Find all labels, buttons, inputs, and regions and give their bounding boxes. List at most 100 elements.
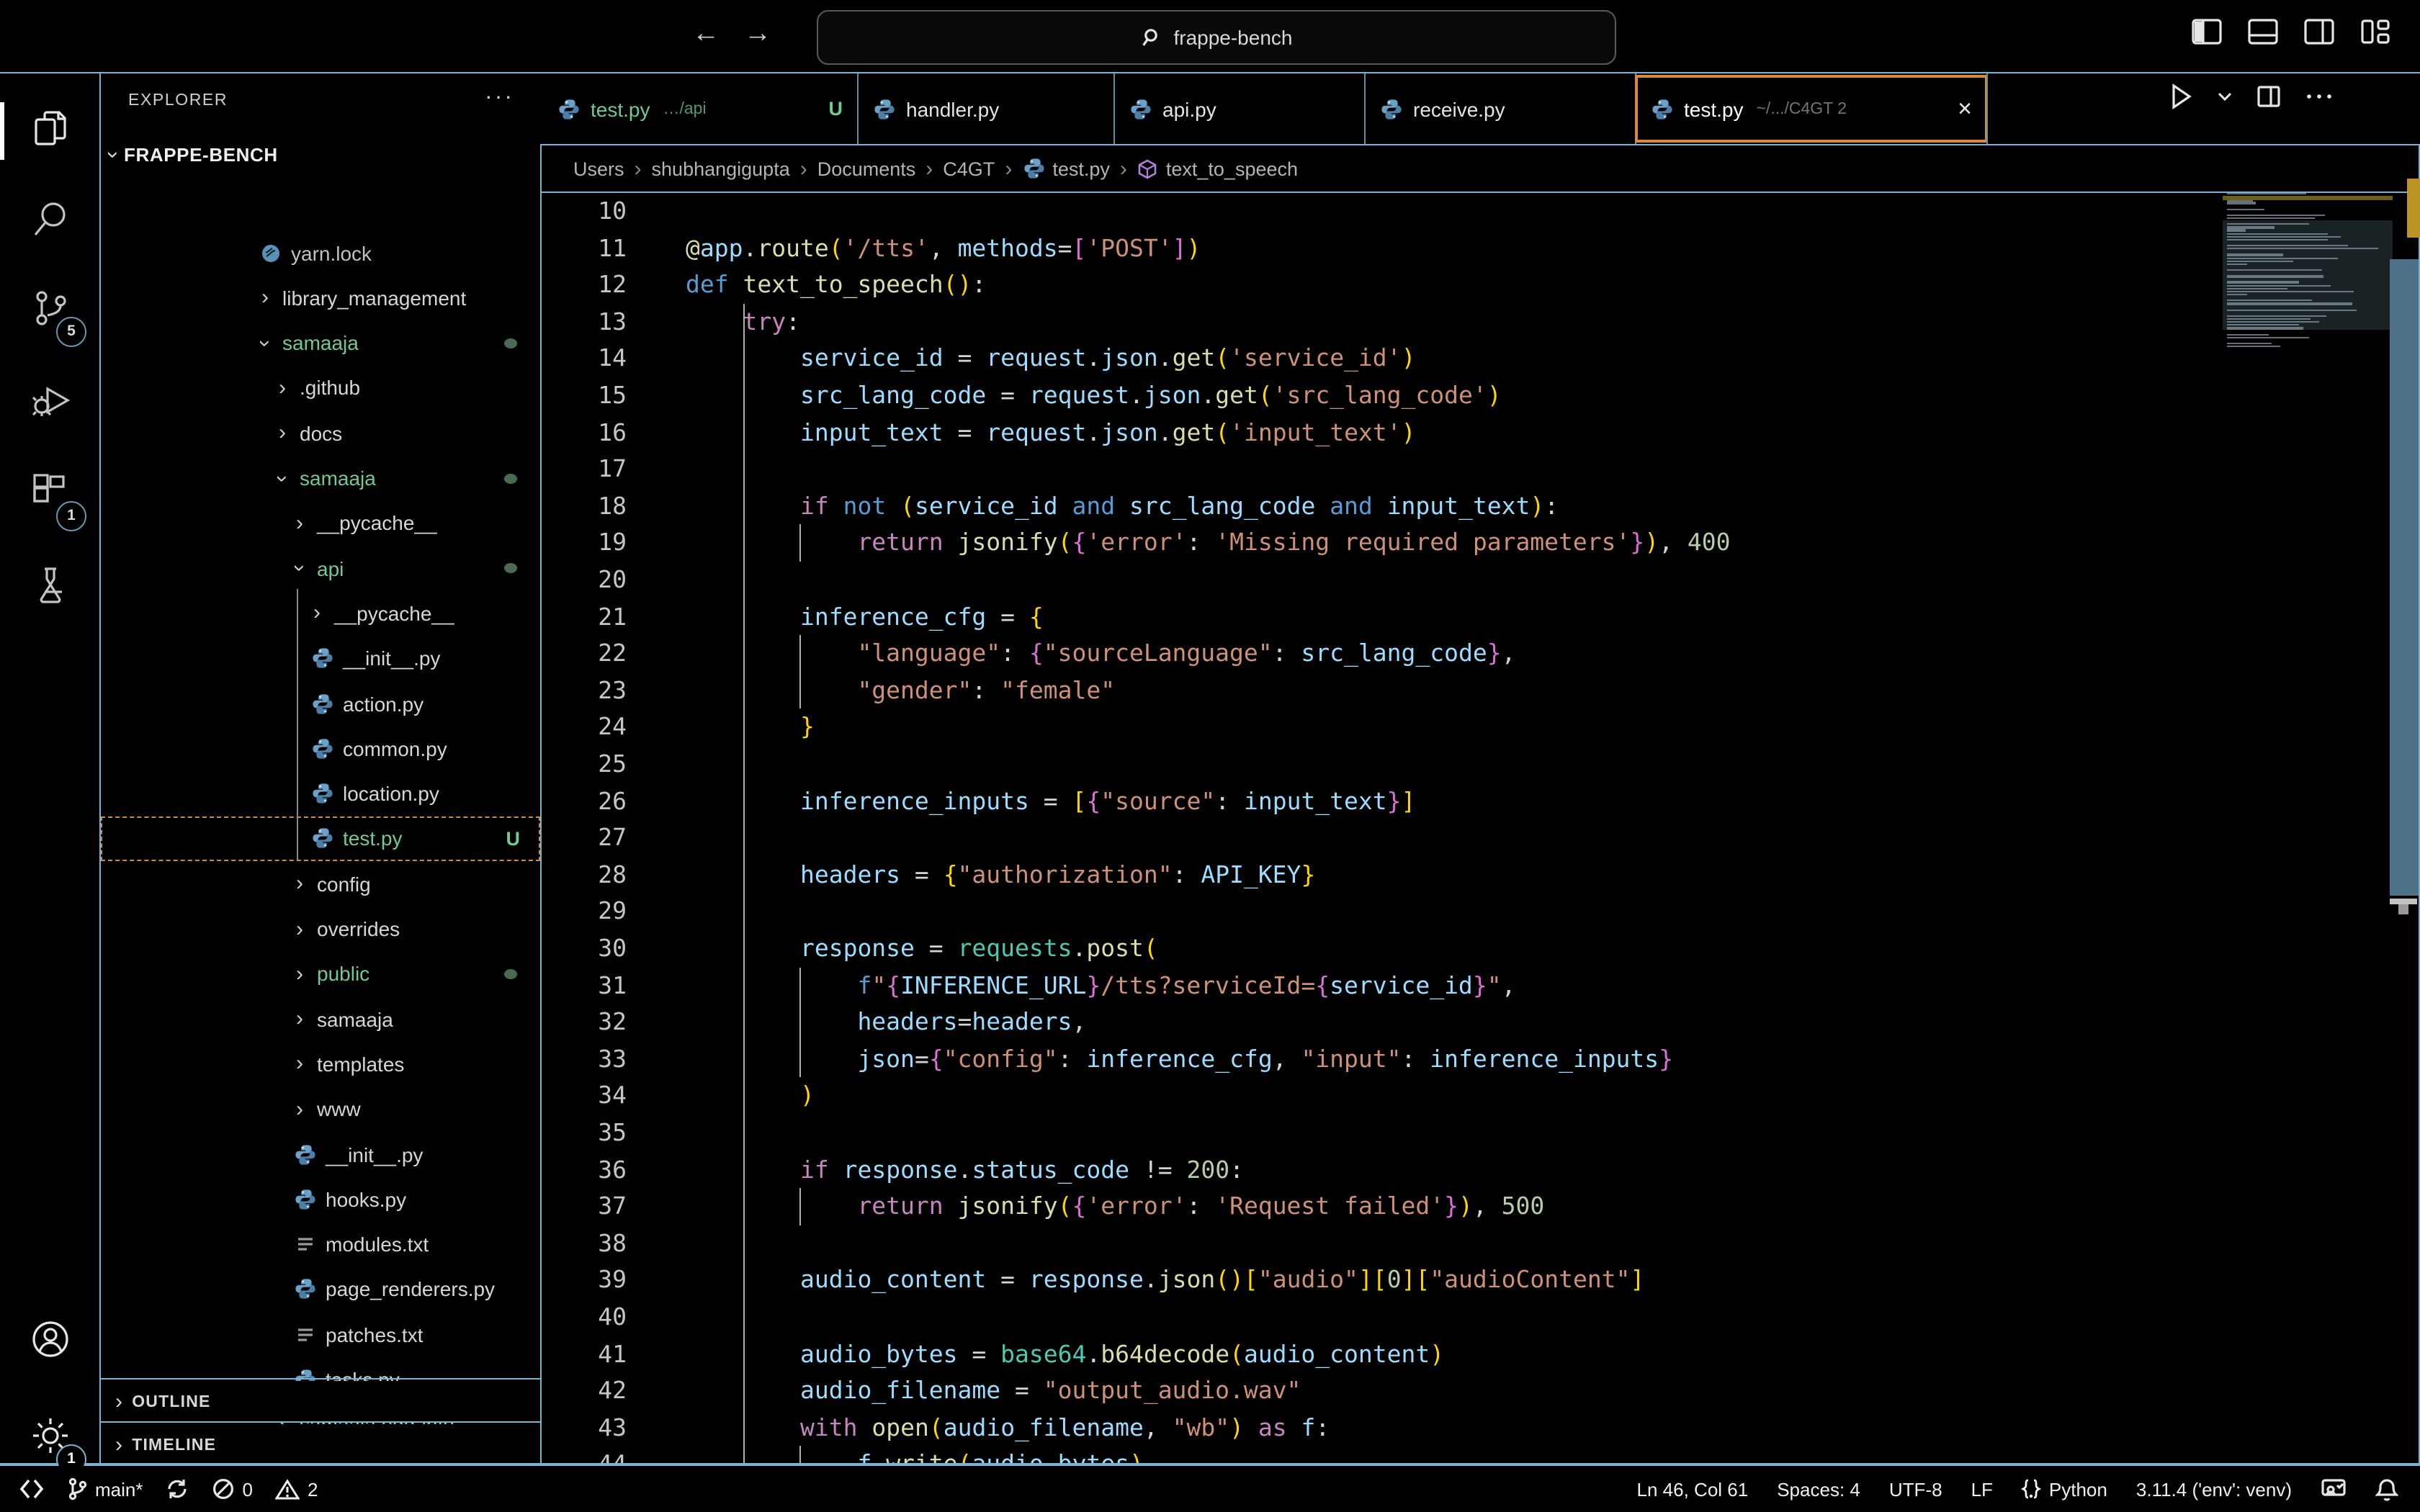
chevron-right-icon: › xyxy=(291,1007,308,1031)
tree-item-library_management[interactable]: ›library_management xyxy=(101,276,540,320)
tab-handler.py[interactable]: handler.py xyxy=(859,73,1113,144)
tree-item-test.py[interactable]: test.pyU xyxy=(101,816,540,861)
tree-item-label: hooks.py xyxy=(326,1188,406,1211)
outline-section[interactable]: › OUTLINE xyxy=(101,1381,540,1423)
breadcrumb-item-text_to_speech[interactable]: text_to_speech xyxy=(1137,158,1298,179)
breadcrumb-item-test.py[interactable]: test.py xyxy=(1022,157,1110,180)
tree-item-page_renderers.py[interactable]: page_renderers.py xyxy=(101,1267,540,1312)
status-branch[interactable]: main* xyxy=(58,1477,153,1500)
tree-item-overrides[interactable]: ›overrides xyxy=(101,906,540,951)
breadcrumb-item-C4GT[interactable]: C4GT xyxy=(943,158,995,179)
git-modified-dot-badge xyxy=(504,969,517,979)
command-center-search[interactable]: frappe-bench xyxy=(817,10,1616,65)
editor-scrollbar[interactable] xyxy=(2390,259,2419,896)
tab-api.py[interactable]: api.py xyxy=(1115,73,1364,144)
activity-bar-item-extensions[interactable]: 1 xyxy=(0,448,99,537)
tree-item-__init__.py[interactable]: __init__.py xyxy=(101,1132,540,1176)
status-notifications[interactable] xyxy=(2365,1477,2408,1501)
toggle-secondary-sidebar-button[interactable] xyxy=(2303,17,2335,46)
tree-item-__pycache__[interactable]: ›__pycache__ xyxy=(101,501,540,546)
braces-icon xyxy=(2022,1477,2042,1500)
tree-item-location.py[interactable]: location.py xyxy=(101,771,540,816)
chevron-right-icon: › xyxy=(274,376,291,400)
activity-bar-item-accounts[interactable] xyxy=(0,1295,99,1384)
status-eol[interactable]: LF xyxy=(1961,1478,2003,1500)
split-editor-button[interactable] xyxy=(2256,84,2282,109)
run-python-file-button[interactable] xyxy=(2168,82,2194,111)
nav-back-button[interactable]: ← xyxy=(687,16,725,53)
activity-bar-item-search[interactable] xyxy=(0,174,99,264)
tree-item-public[interactable]: ›public xyxy=(101,952,540,996)
activity-bar-item-run-debug[interactable] xyxy=(0,356,99,445)
customize-layout-button[interactable] xyxy=(2360,17,2391,46)
line-number: 16 xyxy=(540,414,627,451)
search-icon xyxy=(1140,26,1163,49)
tree-item-samaaja[interactable]: ›samaaja xyxy=(101,456,540,500)
status-problems-warnings[interactable]: 2 xyxy=(266,1478,328,1500)
tree-item-www[interactable]: ›www xyxy=(101,1086,540,1131)
status-indentation[interactable]: Spaces: 4 xyxy=(1767,1478,1870,1500)
tree-item-docs[interactable]: ›docs xyxy=(101,410,540,455)
code-line-31: 31 f"{INFERENCE_URL}/tts?serviceId={serv… xyxy=(540,967,2420,1004)
breadcrumb-item-Users[interactable]: Users xyxy=(573,158,624,179)
line-number: 42 xyxy=(540,1372,627,1409)
branch-icon xyxy=(68,1477,88,1500)
tab-label: test.py xyxy=(591,97,650,120)
python-icon xyxy=(1022,157,1045,180)
tab-description: …/api xyxy=(663,100,707,117)
chevron-right-icon: › xyxy=(291,962,308,986)
chevron-right-icon: › xyxy=(274,420,291,445)
line-number: 13 xyxy=(540,304,627,341)
status-python-interpreter[interactable]: 3.11.4 ('env': venv) xyxy=(2126,1478,2302,1500)
line-number: 32 xyxy=(540,1004,627,1040)
tree-item-label: config xyxy=(317,872,371,895)
status-encoding[interactable]: UTF-8 xyxy=(1879,1478,1953,1500)
code-line-13: 13 try: xyxy=(540,304,2420,341)
activity-bar-item-testing[interactable] xyxy=(0,540,99,629)
tree-item-samaaja[interactable]: ›samaaja xyxy=(101,320,540,365)
tree-item-samaaja[interactable]: ›samaaja xyxy=(101,996,540,1041)
tree-item-.github[interactable]: ›.github xyxy=(101,366,540,410)
activity-bar-item-explorer[interactable] xyxy=(0,85,99,174)
tab-receive.py[interactable]: receive.py xyxy=(1366,73,1635,144)
timeline-section[interactable]: › TIMELINE xyxy=(101,1424,540,1463)
status-feedback[interactable] xyxy=(2311,1477,2357,1500)
minimap[interactable] xyxy=(2223,193,2393,359)
breadcrumb-item-Documents[interactable]: Documents xyxy=(817,158,916,179)
minimap-viewport[interactable] xyxy=(2223,220,2393,330)
more-actions-button[interactable] xyxy=(2305,92,2334,101)
tab-test.py-0[interactable]: test.py…/apiU xyxy=(543,73,857,144)
breadcrumb[interactable]: Users›shubhangigupta›Documents›C4GT›test… xyxy=(540,145,2420,192)
tree-item-hooks.py[interactable]: hooks.py xyxy=(101,1177,540,1222)
git-untracked-badge: U xyxy=(506,828,521,850)
git-modified-dot-badge xyxy=(504,563,517,573)
tree-item-__init__.py[interactable]: __init__.py xyxy=(101,636,540,680)
code-editor[interactable]: 1011@app.route('/tts', methods=['POST'])… xyxy=(540,193,2420,1463)
tree-item-modules.txt[interactable]: modules.txt xyxy=(101,1222,540,1266)
tree-item-patches.txt[interactable]: patches.txt xyxy=(101,1312,540,1356)
workspace-section-header[interactable]: › FRAPPE-BENCH xyxy=(101,128,540,180)
status-remote[interactable] xyxy=(9,1477,55,1500)
code-line-43: 43 with open(audio_filename, "wb") as f: xyxy=(540,1410,2420,1446)
toggle-primary-sidebar-button[interactable] xyxy=(2191,17,2223,46)
status-label: LF xyxy=(1971,1478,1993,1500)
tree-item-yarn.lock[interactable]: yarn.lock xyxy=(101,230,540,275)
tree-item-api[interactable]: ›api xyxy=(101,546,540,590)
activity-bar-item-source-control[interactable]: 5 xyxy=(0,264,99,353)
tree-item-templates[interactable]: ›templates xyxy=(101,1042,540,1086)
status-language-mode[interactable]: Python xyxy=(2012,1477,2118,1500)
chevron-down-icon: › xyxy=(101,150,125,158)
status-sync[interactable] xyxy=(156,1477,200,1500)
python-icon xyxy=(311,737,334,760)
status-problems-errors[interactable]: 0 xyxy=(202,1477,263,1500)
status-cursor-position[interactable]: Ln 46, Col 61 xyxy=(1627,1478,1759,1500)
tree-item-action.py[interactable]: action.py xyxy=(101,681,540,726)
nav-forward-button[interactable]: → xyxy=(739,16,776,53)
breadcrumb-item-shubhangigupta[interactable]: shubhangigupta xyxy=(652,158,790,179)
tree-item-label: www xyxy=(317,1097,361,1120)
tree-item-common.py[interactable]: common.py xyxy=(101,726,540,771)
tree-item-__pycache__[interactable]: ›__pycache__ xyxy=(101,591,540,636)
toggle-panel-button[interactable] xyxy=(2247,17,2279,46)
tree-item-config[interactable]: ›config xyxy=(101,861,540,906)
run-dropdown-button[interactable] xyxy=(2217,91,2233,102)
